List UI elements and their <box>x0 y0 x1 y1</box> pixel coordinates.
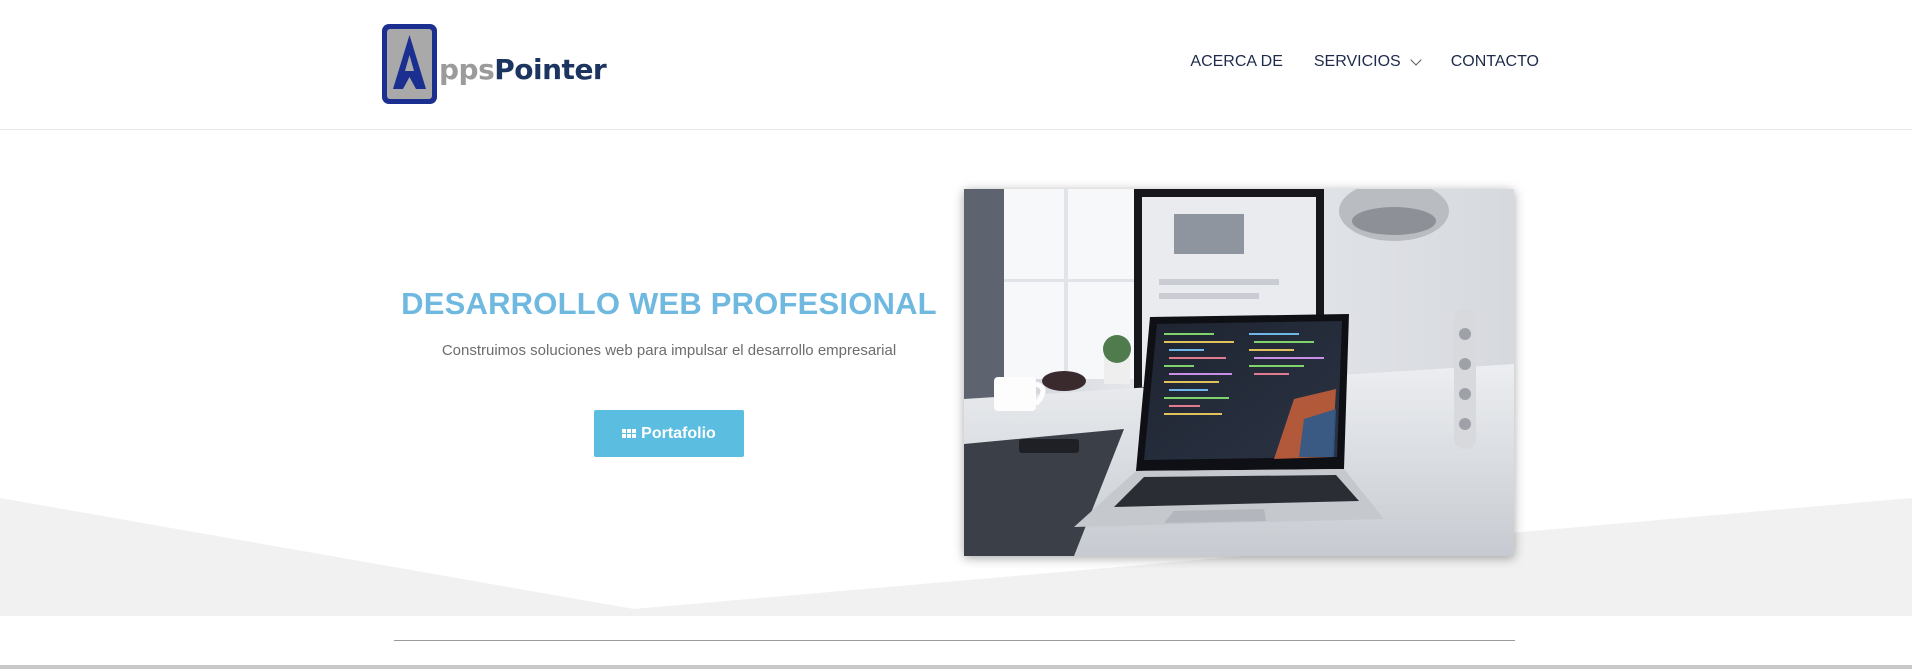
section-divider <box>394 640 1515 641</box>
main-nav: ACERCA DE SERVICIOS CONTACTO <box>1190 53 1539 71</box>
hero-laptop-image <box>964 189 1514 556</box>
logo-text-part2: Pointer <box>494 52 607 86</box>
nav-item-label: ACERCA DE <box>1190 53 1283 70</box>
site-header: ppsPointer ACERCA DE SERVICIOS CONTACTO <box>0 0 1912 130</box>
logo-mark-icon <box>382 24 437 104</box>
portfolio-button[interactable]: Portafolio <box>594 410 744 457</box>
chevron-down-icon <box>1410 53 1422 66</box>
logo[interactable]: ppsPointer <box>382 24 607 104</box>
hero-title: DESARROLLO WEB PROFESIONAL <box>401 286 937 321</box>
nav-item-label: SERVICIOS <box>1313 53 1401 70</box>
hero-section: DESARROLLO WEB PROFESIONAL Construimos s… <box>0 131 1912 616</box>
logo-text: ppsPointer <box>439 52 607 86</box>
nav-item-label: CONTACTO <box>1450 53 1539 70</box>
nav-item-contacto[interactable]: CONTACTO <box>1451 53 1539 71</box>
portfolio-button-label: Portafolio <box>641 424 716 442</box>
hero-subtitle: Construimos soluciones web para impulsar… <box>441 342 897 359</box>
nav-item-acerca-de[interactable]: ACERCA DE <box>1190 53 1282 71</box>
bottom-edge <box>0 665 1912 669</box>
logo-text-part1: pps <box>439 52 495 86</box>
nav-item-servicios[interactable]: SERVICIOS <box>1313 53 1422 71</box>
grid-icon <box>622 429 637 438</box>
hero-background-shape <box>0 498 1912 616</box>
